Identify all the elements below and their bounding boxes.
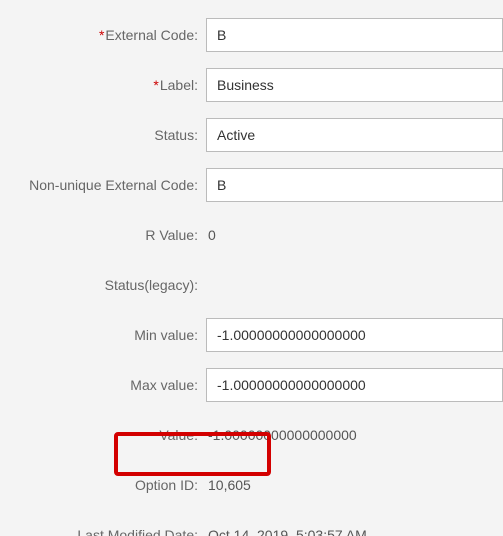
status-input[interactable]	[206, 118, 503, 152]
max-value-input[interactable]	[206, 368, 503, 402]
label-value: Value:	[0, 427, 206, 443]
row-option-id: Option ID: 10,605	[0, 468, 503, 502]
min-value-input[interactable]	[206, 318, 503, 352]
label-input[interactable]	[206, 68, 503, 102]
required-marker: *	[99, 27, 104, 43]
last-modified-date-value: Oct 14, 2019, 5:03:57 AM	[206, 527, 367, 536]
row-external-code: *External Code:	[0, 18, 503, 52]
row-non-unique-external-code: Non-unique External Code:	[0, 168, 503, 202]
label-status: Status:	[0, 127, 206, 143]
external-code-input[interactable]	[206, 18, 503, 52]
row-value: Value: -1.00000000000000000	[0, 418, 503, 452]
row-max-value: Max value:	[0, 368, 503, 402]
label-status-legacy: Status(legacy):	[0, 277, 206, 293]
option-id-value: 10,605	[206, 477, 251, 493]
non-unique-external-code-input[interactable]	[206, 168, 503, 202]
row-status: Status:	[0, 118, 503, 152]
label-label: *Label:	[0, 77, 206, 93]
required-marker: *	[153, 77, 158, 93]
row-status-legacy: Status(legacy):	[0, 268, 503, 302]
row-min-value: Min value:	[0, 318, 503, 352]
label-last-modified-date: Last Modified Date:	[0, 527, 206, 536]
r-value-value: 0	[206, 227, 216, 243]
label-option-id: Option ID:	[0, 477, 206, 493]
row-last-modified-date: Last Modified Date: Oct 14, 2019, 5:03:5…	[0, 518, 503, 536]
row-label: *Label:	[0, 68, 503, 102]
label-max-value: Max value:	[0, 377, 206, 393]
form: *External Code: *Label: Status: Non-uniq…	[0, 0, 503, 536]
label-r-value: R Value:	[0, 227, 206, 243]
label-non-unique-external-code: Non-unique External Code:	[0, 177, 206, 193]
label-min-value: Min value:	[0, 327, 206, 343]
label-external-code: *External Code:	[0, 27, 206, 43]
value-value: -1.00000000000000000	[206, 427, 357, 443]
row-r-value: R Value: 0	[0, 218, 503, 252]
